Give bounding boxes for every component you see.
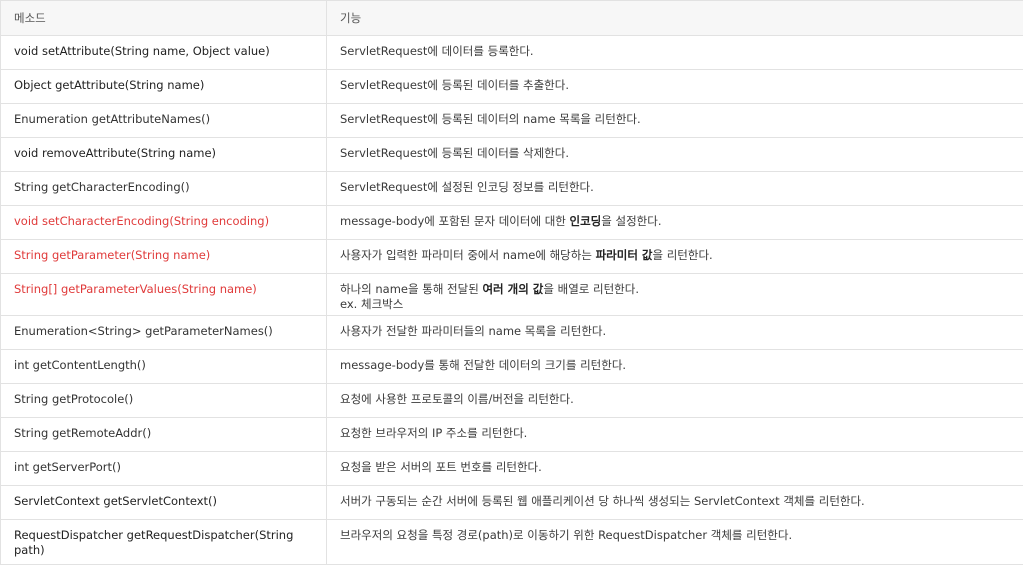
method-cell: String getRemoteAddr(): [0, 417, 327, 452]
description-text: 을 배열로 리턴한다.: [543, 282, 639, 296]
method-cell: String getProtocole(): [0, 383, 327, 418]
description-cell: 서버가 구동되는 순간 서버에 등록된 웹 애플리케이션 당 하나씩 생성되는 …: [326, 485, 1023, 520]
description-cell: 브라우저의 요청을 특정 경로(path)로 이동하기 위한 RequestDi…: [326, 519, 1023, 565]
method-cell: Object getAttribute(String name): [0, 69, 327, 104]
table-row: Enumeration<String> getParameterNames() …: [0, 315, 1023, 350]
description-text: 을 설정한다.: [601, 214, 662, 228]
table-row: ServletContext getServletContext() 서버가 구…: [0, 485, 1023, 520]
description-cell: ServletRequest에 등록된 데이터를 삭제한다.: [326, 137, 1023, 172]
table-row: int getServerPort() 요청을 받은 서버의 포트 번호를 리턴…: [0, 451, 1023, 486]
description-cell: message-body를 통해 전달한 데이터의 크기를 리턴한다.: [326, 349, 1023, 384]
table-row: void setCharacterEncoding(String encodin…: [0, 205, 1023, 240]
description-cell: ServletRequest에 데이터를 등록한다.: [326, 35, 1023, 70]
servlet-request-methods-table: 메소드 기능 void setAttribute(String name, Ob…: [0, 0, 1023, 565]
description-emphasis: 파라미터 값: [595, 248, 653, 262]
description-cell: ServletRequest에 등록된 데이터의 name 목록을 리턴한다.: [326, 103, 1023, 138]
method-cell: String[] getParameterValues(String name): [0, 273, 327, 316]
description-cell: message-body에 포함된 문자 데이터에 대한 인코딩을 설정한다.: [326, 205, 1023, 240]
description-text: 사용자가 입력한 파라미터 중에서 name에 해당하는: [340, 248, 596, 262]
method-cell: RequestDispatcher getRequestDispatcher(S…: [0, 519, 327, 565]
method-cell: String getCharacterEncoding(): [0, 171, 327, 206]
header-method: 메소드: [0, 0, 327, 36]
description-emphasis: 여러 개의 값: [482, 282, 544, 296]
description-cell: 사용자가 입력한 파라미터 중에서 name에 해당하는 파라미터 값을 리턴한…: [326, 239, 1023, 274]
description-cell: 사용자가 전달한 파라미터들의 name 목록을 리턴한다.: [326, 315, 1023, 350]
description-cell: 요청을 받은 서버의 포트 번호를 리턴한다.: [326, 451, 1023, 486]
table-row: Object getAttribute(String name) Servlet…: [0, 69, 1023, 104]
table-row: void setAttribute(String name, Object va…: [0, 35, 1023, 70]
header-function: 기능: [326, 0, 1023, 36]
method-cell: void removeAttribute(String name): [0, 137, 327, 172]
description-text: 을 리턴한다.: [652, 248, 713, 262]
description-cell: 요청에 사용한 프로토콜의 이름/버전을 리턴한다.: [326, 383, 1023, 418]
description-cell: 요청한 브라우저의 IP 주소를 리턴한다.: [326, 417, 1023, 452]
table-row: String getCharacterEncoding() ServletReq…: [0, 171, 1023, 206]
description-cell: 하나의 name을 통해 전달된 여러 개의 값을 배열로 리턴한다. ex. 체…: [326, 273, 1023, 316]
method-cell: Enumeration<String> getParameterNames(): [0, 315, 327, 350]
method-cell: ServletContext getServletContext(): [0, 485, 327, 520]
table-row: RequestDispatcher getRequestDispatcher(S…: [0, 519, 1023, 565]
method-cell: void setCharacterEncoding(String encodin…: [0, 205, 327, 240]
description-cell: ServletRequest에 설정된 인코딩 정보를 리턴한다.: [326, 171, 1023, 206]
description-text: message-body에 포함된 문자 데이터에 대한: [340, 214, 570, 228]
method-cell: Enumeration getAttributeNames(): [0, 103, 327, 138]
method-cell: int getServerPort(): [0, 451, 327, 486]
description-text: 하나의 name을 통해 전달된: [340, 282, 483, 296]
description-cell: ServletRequest에 등록된 데이터를 추출한다.: [326, 69, 1023, 104]
table-row: String[] getParameterValues(String name)…: [0, 273, 1023, 316]
table-row: void removeAttribute(String name) Servle…: [0, 137, 1023, 172]
table-row: int getContentLength() message-body를 통해 …: [0, 349, 1023, 384]
method-cell: String getParameter(String name): [0, 239, 327, 274]
method-cell: int getContentLength(): [0, 349, 327, 384]
table-row: String getRemoteAddr() 요청한 브라우저의 IP 주소를 …: [0, 417, 1023, 452]
table-header-row: 메소드 기능: [0, 0, 1023, 36]
table-row: String getParameter(String name) 사용자가 입력…: [0, 239, 1023, 274]
table-row: String getProtocole() 요청에 사용한 프로토콜의 이름/버…: [0, 383, 1023, 418]
table-row: Enumeration getAttributeNames() ServletR…: [0, 103, 1023, 138]
method-cell: void setAttribute(String name, Object va…: [0, 35, 327, 70]
description-example: ex. 체크박스: [340, 297, 404, 311]
description-emphasis: 인코딩: [569, 214, 602, 228]
